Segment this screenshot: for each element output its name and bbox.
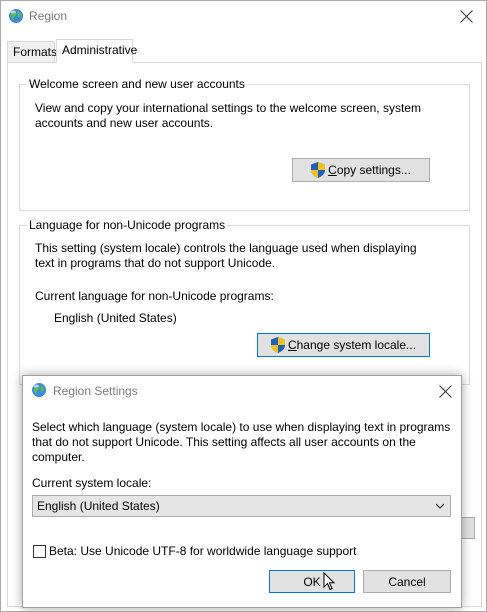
chevron-down-icon [436,503,444,509]
cancel-label: Cancel [388,574,426,589]
system-locale-value: English (United States) [37,499,160,513]
dialog-title: Region Settings [53,384,138,398]
uac-shield-icon [270,337,285,353]
change-locale-label: hange system locale... [296,338,417,352]
beta-utf8-label[interactable]: Beta: Use Unicode UTF-8 for worldwide la… [49,544,357,559]
tab-formats[interactable]: Formats [7,41,58,63]
non-unicode-description-line1: This setting (system locale) controls th… [35,241,417,255]
change-system-locale-button[interactable]: Change system locale... [257,333,430,357]
close-icon[interactable] [460,9,474,23]
ok-button[interactable]: OK [269,570,355,593]
uac-shield-icon [311,162,326,178]
window-title: Region [29,9,68,23]
globe-icon [9,9,23,23]
welcome-group-title: Welcome screen and new user accounts [27,77,247,91]
tab-label: Formats [13,45,58,59]
tab-label: Administrative [62,43,138,57]
region-titlebar[interactable]: Region [1,1,486,31]
change-locale-accel: C [287,338,297,352]
non-unicode-group-title: Language for non-Unicode programs [27,218,228,232]
cancel-button[interactable]: Cancel [363,570,451,593]
beta-utf8-checkbox[interactable] [33,545,46,558]
dialog-description-line3: computer. [32,450,85,464]
ok-label: OK [303,574,321,589]
dialog-description-line1: Select which language (system locale) to… [32,420,451,434]
non-unicode-description-line2: text in programs that do not support Uni… [35,256,276,270]
tab-administrative[interactable]: Administrative [56,39,137,63]
non-unicode-groupbox: Language for non-Unicode programs This s… [19,218,470,385]
dialog-titlebar[interactable]: Region Settings [23,376,461,406]
copy-settings-button[interactable]: Copy settings... [292,158,430,182]
current-system-locale-label: Current system locale: [32,476,152,490]
welcome-groupbox: Welcome screen and new user accounts Vie… [19,77,470,211]
close-icon[interactable] [439,384,453,398]
copy-settings-label: opy settings... [336,163,411,177]
globe-icon [32,383,46,397]
dialog-description-line2: that do not support Unicode. This settin… [32,435,416,449]
region-settings-dialog: Region Settings Select which language (s… [22,375,462,608]
current-language-value: English (United States) [54,311,177,325]
mouse-cursor-icon [323,572,336,591]
copy-settings-accel: C [328,163,337,177]
current-language-label: Current language for non-Unicode program… [35,289,274,303]
system-locale-dropdown[interactable]: English (United States) [32,495,451,517]
welcome-description-line2: accounts and new user accounts. [35,116,214,130]
welcome-description-line1: View and copy your international setting… [35,101,421,115]
